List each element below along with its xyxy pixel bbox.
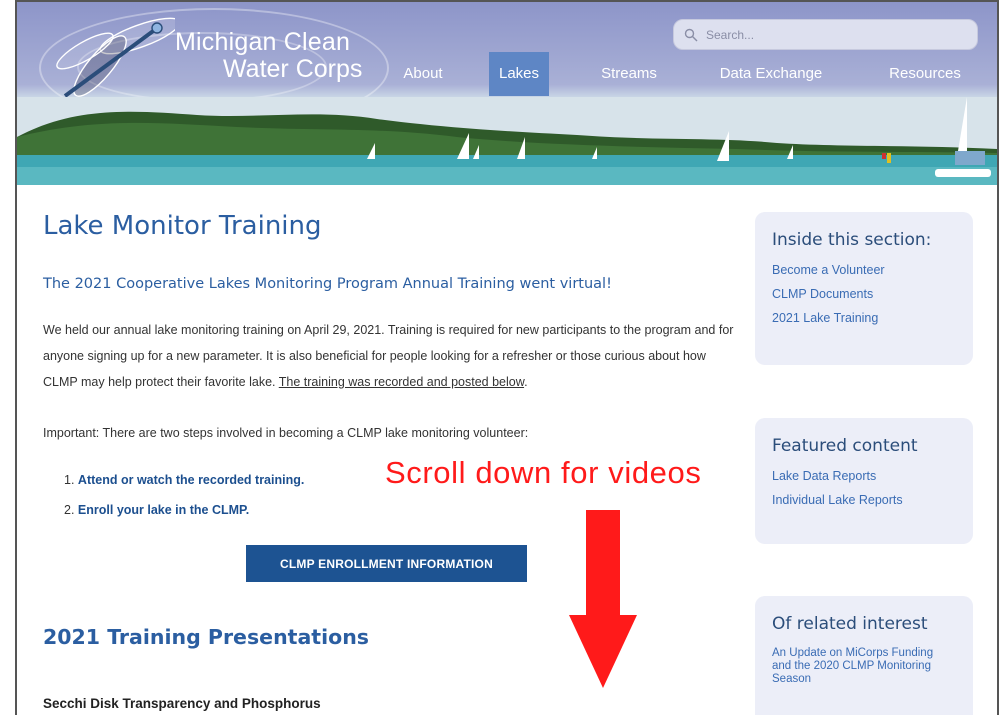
sidebar-link-clmp-documents[interactable]: CLMP Documents bbox=[772, 287, 973, 301]
nav-about[interactable]: About bbox=[395, 52, 451, 96]
main-content: Lake Monitor Training The 2021 Cooperati… bbox=[17, 185, 997, 715]
search-input[interactable] bbox=[706, 27, 956, 42]
nav-resources[interactable]: Resources bbox=[879, 52, 971, 96]
site-header: Michigan Clean Water Corps About Lakes S… bbox=[17, 2, 997, 185]
sidebar-featured-content: Featured content Lake Data Reports Indiv… bbox=[755, 418, 973, 544]
page-subtitle: The 2021 Cooperative Lakes Monitoring Pr… bbox=[43, 276, 612, 292]
scroll-hint-annotation: Scroll down for videos bbox=[385, 455, 702, 490]
intro-end: . bbox=[524, 375, 528, 389]
step-item: 1. Attend or watch the recorded training… bbox=[64, 471, 304, 501]
page-title: Lake Monitor Training bbox=[43, 211, 322, 241]
down-arrow-icon bbox=[569, 510, 637, 688]
important-note: Important: There are two steps involved … bbox=[43, 426, 529, 440]
sidebar-link-lake-data-reports[interactable]: Lake Data Reports bbox=[772, 469, 973, 483]
steps-list: 1. Attend or watch the recorded training… bbox=[64, 471, 304, 531]
step-number: 2. bbox=[64, 503, 75, 517]
training-recording-link[interactable]: The training was recorded and posted bel… bbox=[279, 375, 524, 389]
sidebar-link-micorps-update[interactable]: An Update on MiCorps Funding and the 202… bbox=[772, 647, 952, 686]
sidebar-related-title: Of related interest bbox=[772, 614, 928, 634]
browser-page: Michigan Clean Water Corps About Lakes S… bbox=[15, 0, 999, 715]
lake-banner-image bbox=[17, 97, 997, 185]
sidebar-featured-title: Featured content bbox=[772, 436, 918, 456]
nav-data-exchange[interactable]: Data Exchange bbox=[709, 52, 833, 96]
sidebar-link-individual-lake-reports[interactable]: Individual Lake Reports bbox=[772, 493, 973, 507]
sidebar-link-lake-training[interactable]: 2021 Lake Training bbox=[772, 311, 973, 325]
search-box[interactable] bbox=[673, 19, 978, 50]
sidebar-link-become-volunteer[interactable]: Become a Volunteer bbox=[772, 263, 973, 277]
sidebar-inside-title: Inside this section: bbox=[772, 230, 932, 250]
step-item: 2. Enroll your lake in the CLMP. bbox=[64, 501, 304, 531]
step-link-attend-training[interactable]: Attend or watch the recorded training. bbox=[78, 473, 304, 487]
sidebar-inside-section: Inside this section: Become a Volunteer … bbox=[755, 212, 973, 365]
intro-paragraph: We held our annual lake monitoring train… bbox=[43, 317, 743, 395]
main-nav: About Lakes Streams Data Exchange Resour… bbox=[17, 52, 997, 96]
search-icon bbox=[684, 28, 698, 41]
nav-streams[interactable]: Streams bbox=[593, 52, 665, 96]
clmp-enrollment-button[interactable]: CLMP ENROLLMENT INFORMATION bbox=[246, 545, 527, 582]
nav-lakes[interactable]: Lakes bbox=[489, 52, 549, 96]
sidebar-related-interest: Of related interest An Update on MiCorps… bbox=[755, 596, 973, 715]
step-link-enroll-lake[interactable]: Enroll your lake in the CLMP. bbox=[78, 503, 249, 517]
section-title: 2021 Training Presentations bbox=[43, 625, 369, 649]
presentation-title: Secchi Disk Transparency and Phosphorus bbox=[43, 696, 321, 711]
step-number: 1. bbox=[64, 473, 75, 487]
